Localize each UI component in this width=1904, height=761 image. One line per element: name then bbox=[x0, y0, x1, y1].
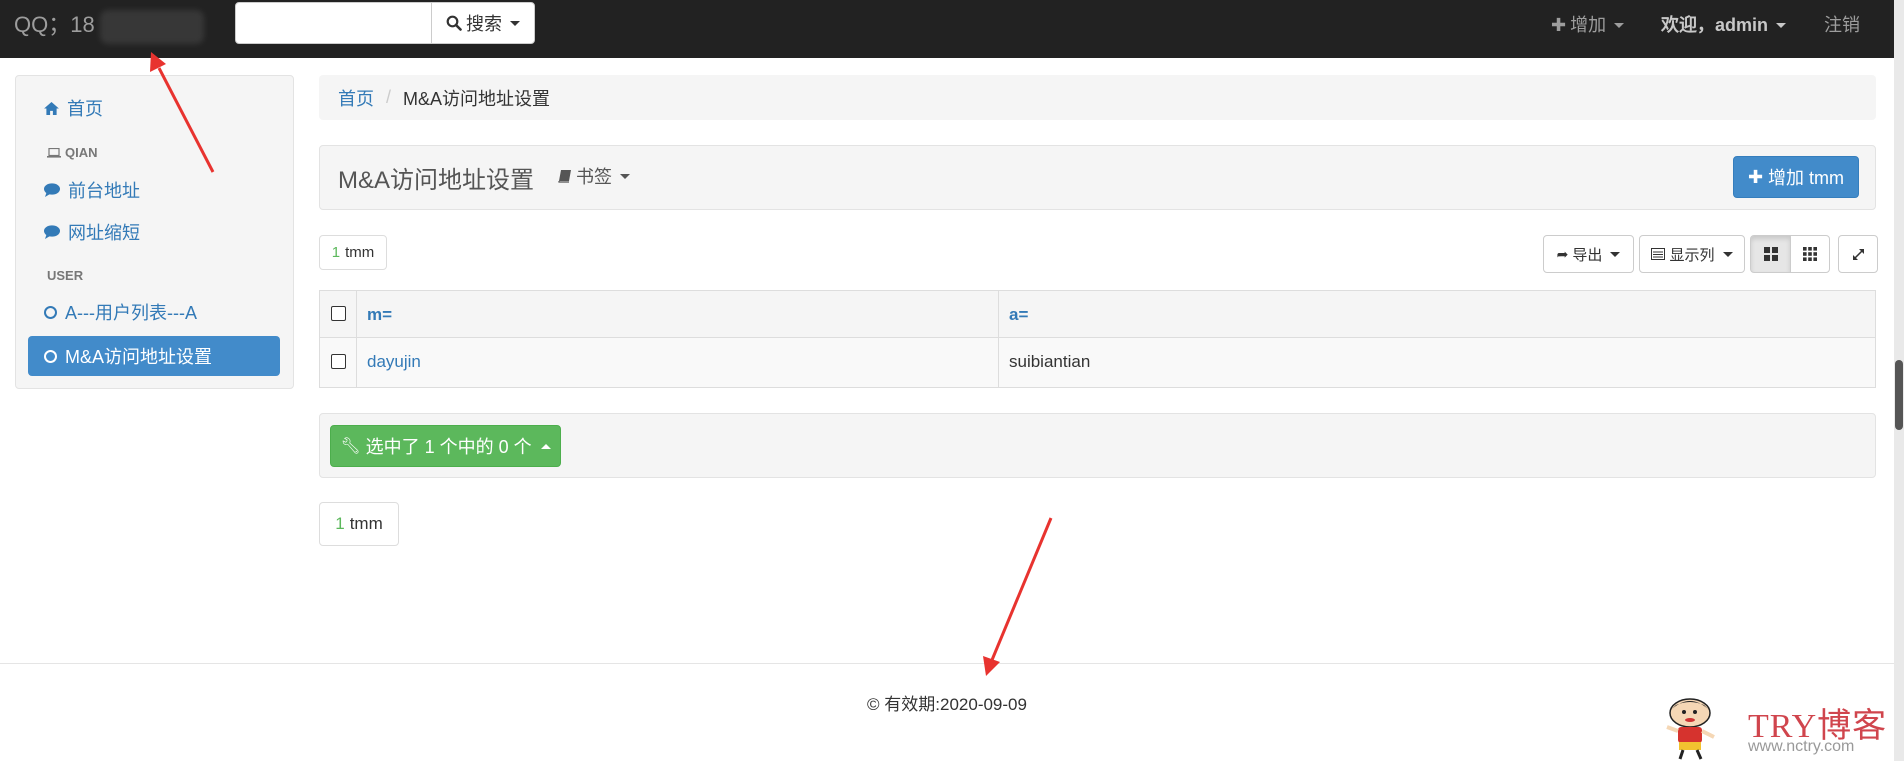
annotation-arrow-line bbox=[990, 517, 1053, 661]
annotation-arrows bbox=[150, 52, 1053, 676]
annotation-arrow-line bbox=[157, 67, 215, 173]
annotation-arrowhead bbox=[983, 656, 1000, 676]
